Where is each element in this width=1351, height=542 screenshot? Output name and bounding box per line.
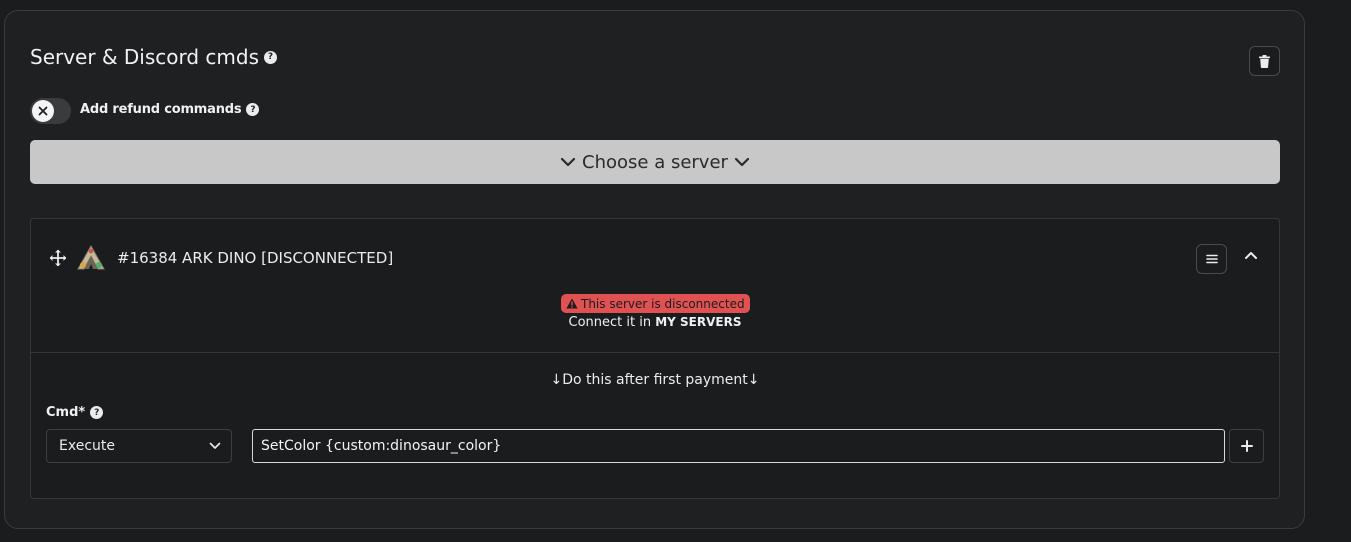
- chevron-down-icon: [209, 442, 221, 449]
- trash-icon: [1259, 54, 1270, 68]
- server-card: #16384 ARK DINO [DISCONNECTED] This serv…: [30, 218, 1280, 499]
- trigger-label-text: Do this after first payment: [562, 372, 748, 388]
- server-discord-cmds-panel: Server & Discord cmds ? Add refund comma…: [4, 10, 1305, 529]
- section-title: Server & Discord cmds ?: [30, 45, 278, 69]
- arrow-down-icon: ↓: [747, 372, 760, 388]
- chevron-up-icon[interactable]: [1244, 250, 1258, 260]
- connect-hint-prefix: Connect it in: [568, 315, 652, 330]
- hamburger-icon: [1205, 254, 1218, 264]
- status-badge: This server is disconnected: [561, 294, 750, 313]
- refund-commands-text: Add refund commands: [80, 102, 242, 117]
- close-icon: [38, 106, 48, 116]
- choose-server-label: Choose a server: [582, 151, 728, 173]
- question-circle-icon[interactable]: ?: [264, 50, 278, 64]
- connect-hint: Connect it in MY SERVERS: [31, 315, 1279, 330]
- section-title-text: Server & Discord cmds: [30, 45, 260, 69]
- server-name: #16384 ARK DINO [DISCONNECTED]: [117, 249, 394, 267]
- server-menu-button[interactable]: [1196, 244, 1227, 274]
- ark-logo-icon: [77, 244, 105, 270]
- arrow-down-icon: ↓: [550, 372, 563, 388]
- question-circle-icon[interactable]: ?: [246, 103, 260, 116]
- chevron-down-icon: [560, 157, 576, 167]
- refund-commands-toggle[interactable]: [30, 98, 71, 124]
- toggle-knob: [32, 100, 54, 122]
- my-servers-link[interactable]: MY SERVERS: [655, 315, 741, 329]
- choose-server-dropdown[interactable]: Choose a server: [30, 140, 1280, 184]
- refund-commands-label: Add refund commands ?: [80, 102, 260, 117]
- trigger-label: ↓Do this after first payment↓: [31, 372, 1279, 388]
- chevron-down-icon: [734, 157, 750, 167]
- delete-button[interactable]: [1249, 46, 1280, 76]
- server-card-header: #16384 ARK DINO [DISCONNECTED] This serv…: [31, 219, 1279, 353]
- cmd-type-select[interactable]: Execute: [46, 429, 232, 463]
- warning-icon: [566, 298, 578, 309]
- cmd-input[interactable]: [252, 429, 1225, 463]
- question-circle-icon[interactable]: ?: [90, 406, 104, 419]
- cmd-type-value: Execute: [59, 438, 115, 454]
- cmd-label-text: Cmd*: [46, 405, 86, 420]
- move-icon[interactable]: [49, 249, 67, 267]
- status-badge-text: This server is disconnected: [581, 296, 745, 311]
- cmd-label: Cmd* ?: [46, 405, 104, 420]
- add-cmd-button[interactable]: [1229, 429, 1264, 463]
- plus-icon: [1240, 440, 1253, 452]
